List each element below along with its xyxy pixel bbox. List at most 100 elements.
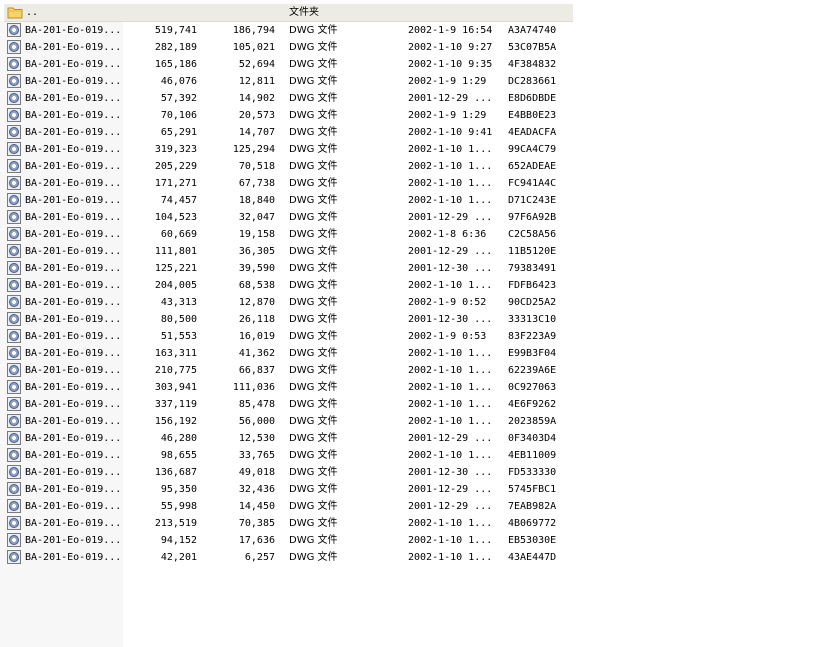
file-modified: 2001-12-29 ... — [408, 501, 493, 512]
file-size: 204,005 — [154, 280, 197, 291]
file-row[interactable]: BA-201-Eo-019... 55,998 14,450 DWG 文件 2001-1… — [5, 498, 565, 515]
file-name: BA-201-Eo-019... — [25, 365, 122, 376]
file-row[interactable]: BA-201-Eo-019... 303,941 111,036 DWG 文件 2002… — [5, 379, 565, 396]
file-crc: 90CD25A2 — [508, 297, 557, 308]
file-crc: 2023859A — [508, 416, 557, 427]
file-row[interactable]: BA-201-Eo-019... 165,186 52,694 DWG 文件 2002-… — [5, 56, 565, 73]
file-row[interactable]: BA-201-Eo-019... 60,669 19,158 DWG 文件 2002-1… — [5, 226, 565, 243]
file-row[interactable]: BA-201-Eo-019... 282,189 105,021 DWG 文件 2002… — [5, 39, 565, 56]
file-modified: 2002-1-10 1... — [408, 365, 493, 376]
file-row[interactable]: BA-201-Eo-019... 51,553 16,019 DWG 文件 2002-1… — [5, 328, 565, 345]
file-crc: 4B069772 — [508, 518, 557, 529]
file-name: BA-201-Eo-019... — [25, 229, 122, 240]
file-row[interactable]: BA-201-Eo-019... 519,741 186,794 DWG 文件 2002… — [5, 22, 565, 39]
file-type: DWG 文件 — [289, 263, 338, 274]
file-crc: FDFB6423 — [508, 280, 557, 291]
file-crc: FD533330 — [508, 467, 557, 478]
file-type: DWG 文件 — [289, 501, 338, 512]
file-crc: C2C58A56 — [508, 229, 557, 240]
file-row[interactable]: BA-201-Eo-019... 337,119 85,478 DWG 文件 2002-… — [5, 396, 565, 413]
file-modified: 2002-1-9 0:53 — [408, 331, 487, 342]
file-row[interactable]: BA-201-Eo-019... 42,201 6,257 DWG 文件 2002-1-… — [5, 549, 565, 566]
file-type: DWG 文件 — [289, 76, 338, 87]
parent-folder-name: .. — [26, 7, 39, 18]
file-name: BA-201-Eo-019... — [25, 110, 122, 121]
file-row[interactable]: BA-201-Eo-019... 95,350 32,436 DWG 文件 2001-1… — [5, 481, 565, 498]
file-modified: 2001-12-29 ... — [408, 433, 493, 444]
parent-folder-row[interactable]: .. 文件夹 — [4, 4, 573, 22]
file-type: DWG 文件 — [289, 433, 338, 444]
dwg-file-icon — [7, 57, 21, 71]
file-type: DWG 文件 — [289, 416, 338, 427]
file-row[interactable]: BA-201-Eo-019... 65,291 14,707 DWG 文件 2002-1… — [5, 124, 565, 141]
file-modified: 2002-1-10 1... — [408, 450, 493, 461]
file-size: 210,775 — [154, 365, 197, 376]
file-row[interactable]: BA-201-Eo-019... 319,323 125,294 DWG 文件 2002… — [5, 141, 565, 158]
file-modified: 2002-1-10 9:27 — [408, 42, 493, 53]
file-row[interactable]: BA-201-Eo-019... 171,271 67,738 DWG 文件 2002-… — [5, 175, 565, 192]
file-row[interactable]: BA-201-Eo-019... 94,152 17,636 DWG 文件 2002-1… — [5, 532, 565, 549]
file-row[interactable]: BA-201-Eo-019... 204,005 68,538 DWG 文件 2002-… — [5, 277, 565, 294]
file-packed-size: 26,118 — [238, 314, 275, 325]
dwg-file-icon — [7, 278, 21, 292]
file-packed-size: 125,294 — [232, 144, 275, 155]
file-type: DWG 文件 — [289, 161, 338, 172]
dwg-file-icon — [7, 159, 21, 173]
file-row[interactable]: BA-201-Eo-019... 104,523 32,047 DWG 文件 2001-… — [5, 209, 565, 226]
file-row[interactable]: BA-201-Eo-019... 70,106 20,573 DWG 文件 2002-1… — [5, 107, 565, 124]
file-row[interactable]: BA-201-Eo-019... 163,311 41,362 DWG 文件 2002-… — [5, 345, 565, 362]
file-type: DWG 文件 — [289, 229, 338, 240]
file-size: 337,119 — [154, 399, 197, 410]
file-row[interactable]: BA-201-Eo-019... 156,192 56,000 DWG 文件 2002-… — [5, 413, 565, 430]
file-size: 125,221 — [154, 263, 197, 274]
file-name: BA-201-Eo-019... — [25, 195, 122, 206]
file-modified: 2001-12-29 ... — [408, 246, 493, 257]
file-row[interactable]: BA-201-Eo-019... 46,280 12,530 DWG 文件 2001-1… — [5, 430, 565, 447]
file-row[interactable]: BA-201-Eo-019... 205,229 70,518 DWG 文件 2002-… — [5, 158, 565, 175]
file-type: DWG 文件 — [289, 212, 338, 223]
file-modified: 2002-1-10 1... — [408, 552, 493, 563]
file-modified: 2002-1-10 1... — [408, 399, 493, 410]
file-modified: 2002-1-9 16:54 — [408, 25, 493, 36]
file-modified: 2001-12-29 ... — [408, 484, 493, 495]
file-crc: E8D6DBDE — [508, 93, 557, 104]
file-row[interactable]: BA-201-Eo-019... 74,457 18,840 DWG 文件 2002-1… — [5, 192, 565, 209]
file-modified: 2001-12-29 ... — [408, 93, 493, 104]
file-size: 282,189 — [154, 42, 197, 53]
file-row[interactable]: BA-201-Eo-019... 43,313 12,870 DWG 文件 2002-1… — [5, 294, 565, 311]
file-size: 319,323 — [154, 144, 197, 155]
file-row[interactable]: BA-201-Eo-019... 57,392 14,902 DWG 文件 2001-1… — [5, 90, 565, 107]
file-type: DWG 文件 — [289, 314, 338, 325]
file-row[interactable]: BA-201-Eo-019... 125,221 39,590 DWG 文件 2001-… — [5, 260, 565, 277]
file-crc: FC941A4C — [508, 178, 557, 189]
file-type: DWG 文件 — [289, 467, 338, 478]
file-row[interactable]: BA-201-Eo-019... 98,655 33,765 DWG 文件 2002-1… — [5, 447, 565, 464]
file-crc: 652ADEAE — [508, 161, 557, 172]
file-modified: 2002-1-10 9:35 — [408, 59, 493, 70]
file-crc: 83F223A9 — [508, 331, 557, 342]
file-row[interactable]: BA-201-Eo-019... 111,801 36,305 DWG 文件 2001-… — [5, 243, 565, 260]
file-row[interactable]: BA-201-Eo-019... 136,687 49,018 DWG 文件 2001-… — [5, 464, 565, 481]
file-crc: E99B3F04 — [508, 348, 557, 359]
file-packed-size: 14,707 — [238, 127, 275, 138]
file-type: DWG 文件 — [289, 178, 338, 189]
file-row[interactable]: BA-201-Eo-019... 210,775 66,837 DWG 文件 2002-… — [5, 362, 565, 379]
file-packed-size: 41,362 — [238, 348, 275, 359]
file-crc: 0F3403D4 — [508, 433, 557, 444]
file-row[interactable]: BA-201-Eo-019... 80,500 26,118 DWG 文件 2001-1… — [5, 311, 565, 328]
file-name: BA-201-Eo-019... — [25, 212, 122, 223]
file-size: 98,655 — [160, 450, 197, 461]
file-name: BA-201-Eo-019... — [25, 42, 122, 53]
dwg-file-icon — [7, 550, 21, 564]
file-row[interactable]: BA-201-Eo-019... 46,076 12,811 DWG 文件 2002-1… — [5, 73, 565, 90]
file-modified: 2002-1-10 1... — [408, 161, 493, 172]
dwg-file-icon — [7, 329, 21, 343]
dwg-file-icon — [7, 74, 21, 88]
file-name: BA-201-Eo-019... — [25, 144, 122, 155]
file-row[interactable]: BA-201-Eo-019... 213,519 70,385 DWG 文件 2002-… — [5, 515, 565, 532]
file-name: BA-201-Eo-019... — [25, 127, 122, 138]
file-name: BA-201-Eo-019... — [25, 76, 122, 87]
file-name: BA-201-Eo-019... — [25, 518, 122, 529]
file-size: 519,741 — [154, 25, 197, 36]
file-type: DWG 文件 — [289, 399, 338, 410]
